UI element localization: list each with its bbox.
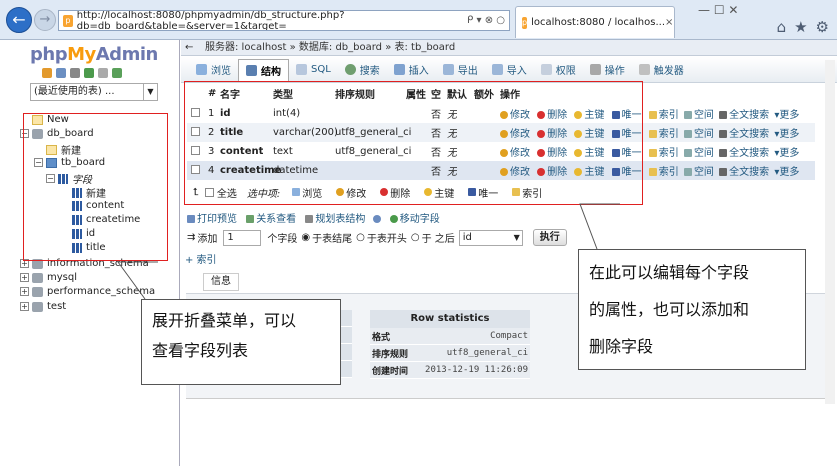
tab-triggers[interactable]: 触发器 bbox=[632, 59, 691, 81]
spatial-icon bbox=[683, 111, 692, 119]
tab-insert[interactable]: 插入 bbox=[387, 59, 436, 81]
table-tabs: 浏览 结构 SQL 搜索 插入 导出 导入 权限 操作 触发器 bbox=[181, 57, 837, 83]
highlight-box-fields bbox=[184, 81, 643, 205]
site-favicon-icon: p bbox=[63, 14, 73, 27]
fulltext-icon bbox=[719, 149, 728, 157]
sql-docs-icon[interactable] bbox=[98, 68, 108, 78]
nav-quick-icons bbox=[42, 68, 122, 78]
radio-start[interactable]: ○ bbox=[356, 232, 365, 243]
divider bbox=[186, 398, 826, 399]
fulltext-icon bbox=[719, 168, 728, 176]
stat-row: 排序规则 utf8_general_ci bbox=[370, 345, 530, 362]
print-icon bbox=[187, 215, 195, 223]
tab-export[interactable]: 导出 bbox=[436, 59, 485, 81]
breadcrumb: ← 服务器: localhost » 数据库: db_board » 表: tb… bbox=[181, 40, 837, 56]
address-controls[interactable]: ᑭ ▾ ⊗ ○ bbox=[467, 15, 509, 26]
browser-toolbar-icons: ⌂ ★ ⚙ bbox=[777, 18, 829, 36]
tree-item-performance-schema[interactable]: + performance_schema bbox=[20, 286, 155, 297]
recent-tables-select[interactable]: (最近使用的表) ... ▼ bbox=[30, 83, 158, 101]
add-columns-row: ⇉ 添加 1 个字段 ◉ 于表结尾 ○ 于表开头 ○ 于 之后 id ▼ 执行 bbox=[187, 229, 567, 246]
tree-item-test[interactable]: + test bbox=[20, 301, 66, 312]
structure-icon bbox=[246, 64, 257, 76]
reload-icon[interactable] bbox=[112, 68, 122, 78]
help-icon bbox=[372, 215, 381, 223]
home-icon[interactable] bbox=[42, 68, 52, 78]
collapse-nav-icon[interactable]: ← bbox=[185, 40, 193, 55]
spatial-icon bbox=[683, 149, 692, 157]
index-icon bbox=[648, 149, 657, 157]
tab-close-icon[interactable]: × bbox=[665, 17, 674, 28]
database-icon bbox=[32, 301, 43, 312]
database-icon bbox=[32, 286, 43, 297]
column-count-input[interactable]: 1 bbox=[223, 229, 262, 246]
callout-tree-tip: 展开折叠菜单，可以 查看字段列表 bbox=[141, 299, 341, 385]
propose-structure-icon bbox=[305, 215, 314, 223]
tab-favicon-icon: p bbox=[522, 16, 528, 29]
go-button[interactable]: 执行 bbox=[532, 229, 567, 246]
chevron-down-icon: ▼ bbox=[143, 84, 157, 100]
home-icon[interactable]: ⌂ bbox=[777, 18, 787, 36]
browse-icon bbox=[196, 64, 207, 75]
query-window-icon[interactable] bbox=[70, 68, 80, 78]
favorites-star-icon[interactable]: ★ bbox=[794, 18, 807, 36]
tab-privileges[interactable]: 权限 bbox=[534, 59, 583, 81]
wrench-icon bbox=[589, 64, 601, 75]
index-icon bbox=[648, 130, 657, 138]
privileges-icon bbox=[540, 64, 552, 75]
fulltext-icon bbox=[719, 111, 728, 119]
spatial-icon bbox=[683, 130, 692, 138]
row-statistics-table: Row statistics 格式 Compact 排序规则 utf8_genera… bbox=[370, 310, 530, 379]
highlight-box-tree bbox=[23, 113, 168, 261]
move-columns-icon bbox=[389, 215, 398, 223]
settings-gear-icon[interactable]: ⚙ bbox=[816, 18, 829, 36]
docs-icon[interactable] bbox=[84, 68, 94, 78]
insert-icon bbox=[393, 64, 405, 75]
fulltext-icon bbox=[719, 130, 728, 138]
stat-row: 格式 Compact bbox=[370, 328, 530, 345]
add-index-link[interactable]: + 索引 bbox=[185, 251, 217, 266]
relation-icon bbox=[246, 215, 255, 223]
vertical-scrollbar[interactable] bbox=[825, 60, 835, 404]
phpmyadmin-logo[interactable]: phpMyAdmin bbox=[30, 44, 158, 65]
database-icon bbox=[32, 272, 43, 283]
triggers-icon bbox=[638, 64, 650, 75]
forward-button[interactable]: → bbox=[34, 9, 56, 31]
callout-fields-tip: 在此可以编辑每个字段 的属性，也可以添加和 删除字段 bbox=[578, 249, 806, 370]
export-icon bbox=[442, 64, 454, 75]
logout-icon[interactable] bbox=[56, 68, 66, 78]
tab-operations[interactable]: 操作 bbox=[583, 59, 632, 81]
address-bar[interactable]: p http://localhost:8080/phpmyadmin/db_st… bbox=[58, 10, 510, 31]
tab-import[interactable]: 导入 bbox=[485, 59, 534, 81]
info-tab[interactable]: 信息 bbox=[203, 273, 239, 291]
tab-sql[interactable]: SQL bbox=[289, 59, 338, 81]
back-button[interactable]: ← bbox=[6, 7, 32, 33]
import-icon bbox=[491, 64, 503, 75]
after-field-select[interactable]: id ▼ bbox=[458, 229, 523, 246]
address-url: http://localhost:8080/phpmyadmin/db_stru… bbox=[76, 10, 345, 31]
radio-after[interactable]: ○ bbox=[411, 232, 420, 243]
expand-icon[interactable]: + bbox=[20, 273, 29, 282]
tab-browse[interactable]: 浏览 bbox=[189, 59, 238, 81]
stat-row: 创建时间 2013-12-19 11:26:09 bbox=[370, 362, 530, 379]
screen: { "browser": { "url": "http://localhost:… bbox=[0, 0, 837, 466]
sql-icon bbox=[296, 64, 307, 75]
browser-chrome: ← → p http://localhost:8080/phpmyadmin/d… bbox=[0, 0, 837, 40]
window-controls[interactable]: — ☐ ✕ bbox=[698, 3, 738, 17]
search-icon bbox=[344, 64, 356, 75]
spatial-icon bbox=[683, 168, 692, 176]
tab-search[interactable]: 搜索 bbox=[338, 59, 387, 81]
tree-item-mysql[interactable]: + mysql bbox=[20, 272, 77, 283]
tab-structure[interactable]: 结构 bbox=[238, 58, 289, 81]
expand-icon[interactable]: + bbox=[20, 302, 29, 311]
index-icon bbox=[648, 168, 657, 176]
browser-tab[interactable]: p localhost:8080 / localhos... × bbox=[515, 6, 675, 38]
tab-title: localhost:8080 / localhos... bbox=[531, 17, 666, 28]
add-column-icon: ⇉ bbox=[187, 232, 196, 243]
chevron-down-icon: ▼ bbox=[513, 232, 520, 242]
index-icon bbox=[648, 111, 657, 119]
radio-end[interactable]: ◉ bbox=[301, 232, 310, 243]
structure-links: 打印预览 关系查看 规划表结构 移动字段 bbox=[187, 210, 440, 225]
expand-icon[interactable]: + bbox=[20, 287, 29, 296]
